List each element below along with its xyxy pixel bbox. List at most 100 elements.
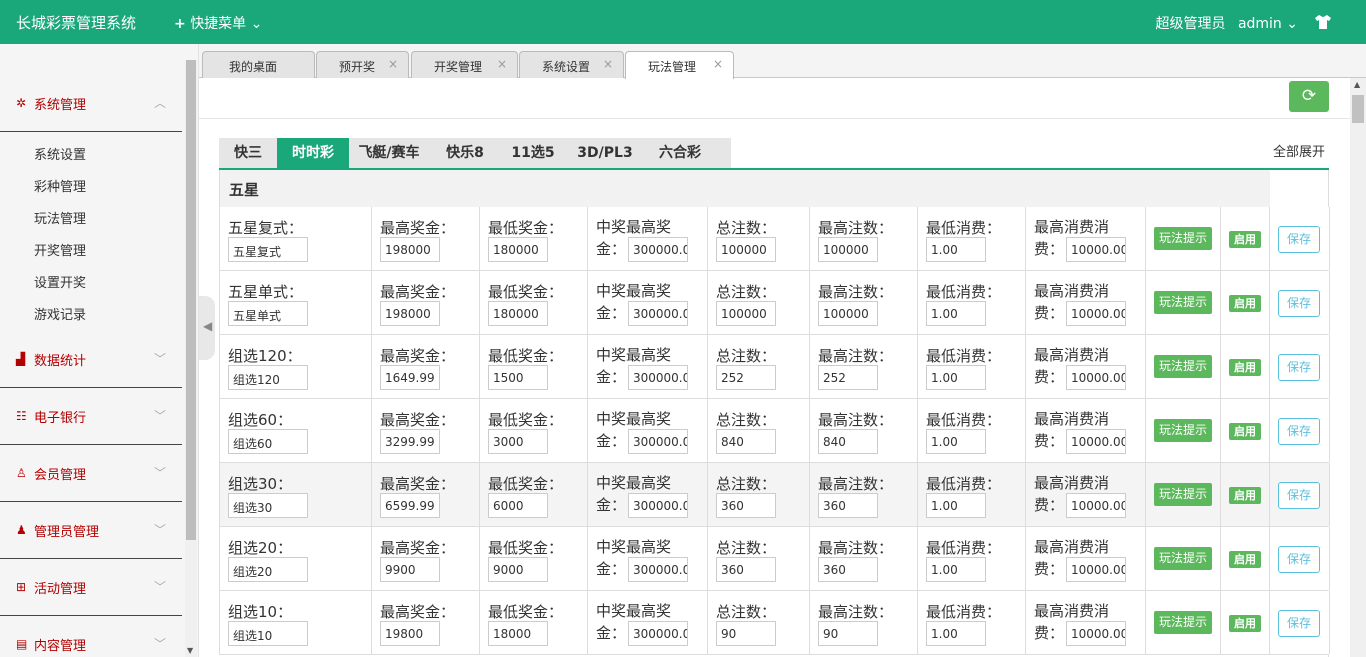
enable-toggle[interactable]: 启用 — [1229, 551, 1261, 568]
sidebar-group-0[interactable]: ✲ 系统管理 ︿ — [0, 75, 182, 132]
play-tip-button[interactable]: 玩法提示 — [1154, 611, 1212, 634]
total-bets-input[interactable]: 90 — [716, 621, 776, 646]
sidebar-group-4[interactable]: ♟ 管理员管理 ﹀ — [0, 502, 182, 559]
max-spend-input[interactable]: 10000.00 — [1066, 429, 1126, 454]
max-spend-input[interactable]: 10000.00 — [1066, 493, 1126, 518]
play-tip-button[interactable]: 玩法提示 — [1154, 483, 1212, 506]
min-spend-input[interactable]: 1.00 — [926, 621, 986, 646]
max-win-input[interactable]: 300000.0 — [628, 237, 688, 262]
sidebar-group-3[interactable]: ♙ 会员管理 ﹀ — [0, 445, 182, 502]
min-spend-input[interactable]: 1.00 — [926, 301, 986, 326]
min-prize-input[interactable]: 180000 — [488, 237, 548, 262]
save-button[interactable]: 保存 — [1278, 354, 1320, 381]
sidebar-group-2[interactable]: ☷ 电子银行 ﹀ — [0, 388, 182, 445]
tab-1[interactable]: 预开奖 × — [316, 51, 409, 78]
max-spend-input[interactable]: 10000.00 — [1066, 621, 1126, 646]
tab-0[interactable]: 我的桌面 — [202, 51, 315, 78]
lottery-tab-2[interactable]: 飞艇/赛车 — [349, 138, 429, 169]
max-bets-input[interactable]: 360 — [818, 493, 878, 518]
tab-2[interactable]: 开奖管理 × — [411, 51, 518, 78]
max-win-input[interactable]: 300000.0 — [628, 365, 688, 390]
enable-toggle[interactable]: 启用 — [1229, 295, 1261, 312]
max-bets-input[interactable]: 100000 — [818, 301, 878, 326]
sidebar-collapse-toggle[interactable]: ◀ — [199, 296, 215, 360]
max-win-input[interactable]: 300000.0 — [628, 429, 688, 454]
sidebar-item[interactable]: 游戏记录 — [34, 304, 86, 323]
expand-all-link[interactable]: 全部展开 — [1273, 141, 1325, 160]
enable-toggle[interactable]: 启用 — [1229, 231, 1261, 248]
skin-shirt-icon[interactable] — [1314, 14, 1332, 30]
max-spend-input[interactable]: 10000.00 — [1066, 557, 1126, 582]
close-icon[interactable]: × — [497, 57, 507, 71]
save-button[interactable]: 保存 — [1278, 610, 1320, 637]
lottery-tab-5[interactable]: 3D/PL3 — [565, 138, 645, 169]
play-tip-button[interactable]: 玩法提示 — [1154, 291, 1212, 314]
save-button[interactable]: 保存 — [1278, 546, 1320, 573]
tab-4[interactable]: 玩法管理 × — [625, 51, 734, 79]
enable-toggle[interactable]: 启用 — [1229, 487, 1261, 504]
close-icon[interactable]: × — [388, 57, 398, 71]
close-icon[interactable]: × — [603, 57, 613, 71]
sidebar-item[interactable]: 开奖管理 — [34, 240, 86, 259]
sidebar-item[interactable]: 系统设置 — [34, 144, 86, 163]
min-prize-input[interactable]: 6000 — [488, 493, 548, 518]
play-name-input[interactable]: 五星单式 — [228, 301, 308, 326]
min-spend-input[interactable]: 1.00 — [926, 429, 986, 454]
min-spend-input[interactable]: 1.00 — [926, 237, 986, 262]
play-name-input[interactable]: 组选20 — [228, 557, 308, 582]
max-win-input[interactable]: 300000.0 — [628, 621, 688, 646]
close-icon[interactable]: × — [713, 57, 723, 71]
play-name-input[interactable]: 五星复式 — [228, 237, 308, 262]
play-name-input[interactable]: 组选10 — [228, 621, 308, 646]
max-prize-input[interactable]: 198000 — [380, 237, 440, 262]
min-prize-input[interactable]: 180000 — [488, 301, 548, 326]
total-bets-input[interactable]: 360 — [716, 493, 776, 518]
min-spend-input[interactable]: 1.00 — [926, 557, 986, 582]
sidebar-group-5[interactable]: ⊞ 活动管理 ﹀ — [0, 559, 182, 616]
total-bets-input[interactable]: 360 — [716, 557, 776, 582]
max-win-input[interactable]: 300000.0 — [628, 301, 688, 326]
total-bets-input[interactable]: 100000 — [716, 301, 776, 326]
save-button[interactable]: 保存 — [1278, 290, 1320, 317]
sidebar-item[interactable]: 彩种管理 — [34, 176, 86, 195]
lottery-tab-4[interactable]: 11选5 — [501, 138, 565, 169]
total-bets-input[interactable]: 252 — [716, 365, 776, 390]
min-prize-input[interactable]: 1500 — [488, 365, 548, 390]
scrollbar-thumb[interactable] — [186, 60, 196, 540]
refresh-button[interactable]: ⟳ — [1289, 81, 1329, 112]
main-scrollbar[interactable]: ▲ — [1350, 78, 1366, 657]
tab-3[interactable]: 系统设置 × — [519, 51, 624, 78]
max-spend-input[interactable]: 10000.00 — [1066, 237, 1126, 262]
total-bets-input[interactable]: 100000 — [716, 237, 776, 262]
sidebar-item[interactable]: 设置开奖 — [34, 272, 86, 291]
max-bets-input[interactable]: 252 — [818, 365, 878, 390]
lottery-tab-3[interactable]: 快乐8 — [429, 138, 501, 169]
sidebar-group-1[interactable]: ▟ 数据统计 ﹀ — [0, 331, 182, 388]
enable-toggle[interactable]: 启用 — [1229, 423, 1261, 440]
play-name-input[interactable]: 组选60 — [228, 429, 308, 454]
sidebar-scrollbar[interactable]: ▼ — [185, 60, 197, 657]
save-button[interactable]: 保存 — [1278, 482, 1320, 509]
max-prize-input[interactable]: 198000 — [380, 301, 440, 326]
lottery-tab-6[interactable]: 六合彩 — [645, 138, 715, 169]
max-bets-input[interactable]: 90 — [818, 621, 878, 646]
max-prize-input[interactable]: 19800 — [380, 621, 440, 646]
min-spend-input[interactable]: 1.00 — [926, 493, 986, 518]
sidebar-group-6[interactable]: ▤ 内容管理 ﹀ — [0, 616, 182, 657]
max-bets-input[interactable]: 360 — [818, 557, 878, 582]
max-prize-input[interactable]: 6599.99 — [380, 493, 440, 518]
save-button[interactable]: 保存 — [1278, 418, 1320, 445]
play-name-input[interactable]: 组选30 — [228, 493, 308, 518]
lottery-tab-1[interactable]: 时时彩 — [277, 138, 349, 169]
scroll-down-arrow[interactable]: ▼ — [187, 646, 193, 655]
scroll-up-arrow[interactable]: ▲ — [1354, 80, 1360, 89]
sidebar-item[interactable]: 玩法管理 — [34, 208, 86, 227]
max-win-input[interactable]: 300000.0 — [628, 493, 688, 518]
max-bets-input[interactable]: 100000 — [818, 237, 878, 262]
play-tip-button[interactable]: 玩法提示 — [1154, 547, 1212, 570]
min-prize-input[interactable]: 9000 — [488, 557, 548, 582]
play-tip-button[interactable]: 玩法提示 — [1154, 355, 1212, 378]
enable-toggle[interactable]: 启用 — [1229, 359, 1261, 376]
min-spend-input[interactable]: 1.00 — [926, 365, 986, 390]
max-prize-input[interactable]: 3299.99 — [380, 429, 440, 454]
